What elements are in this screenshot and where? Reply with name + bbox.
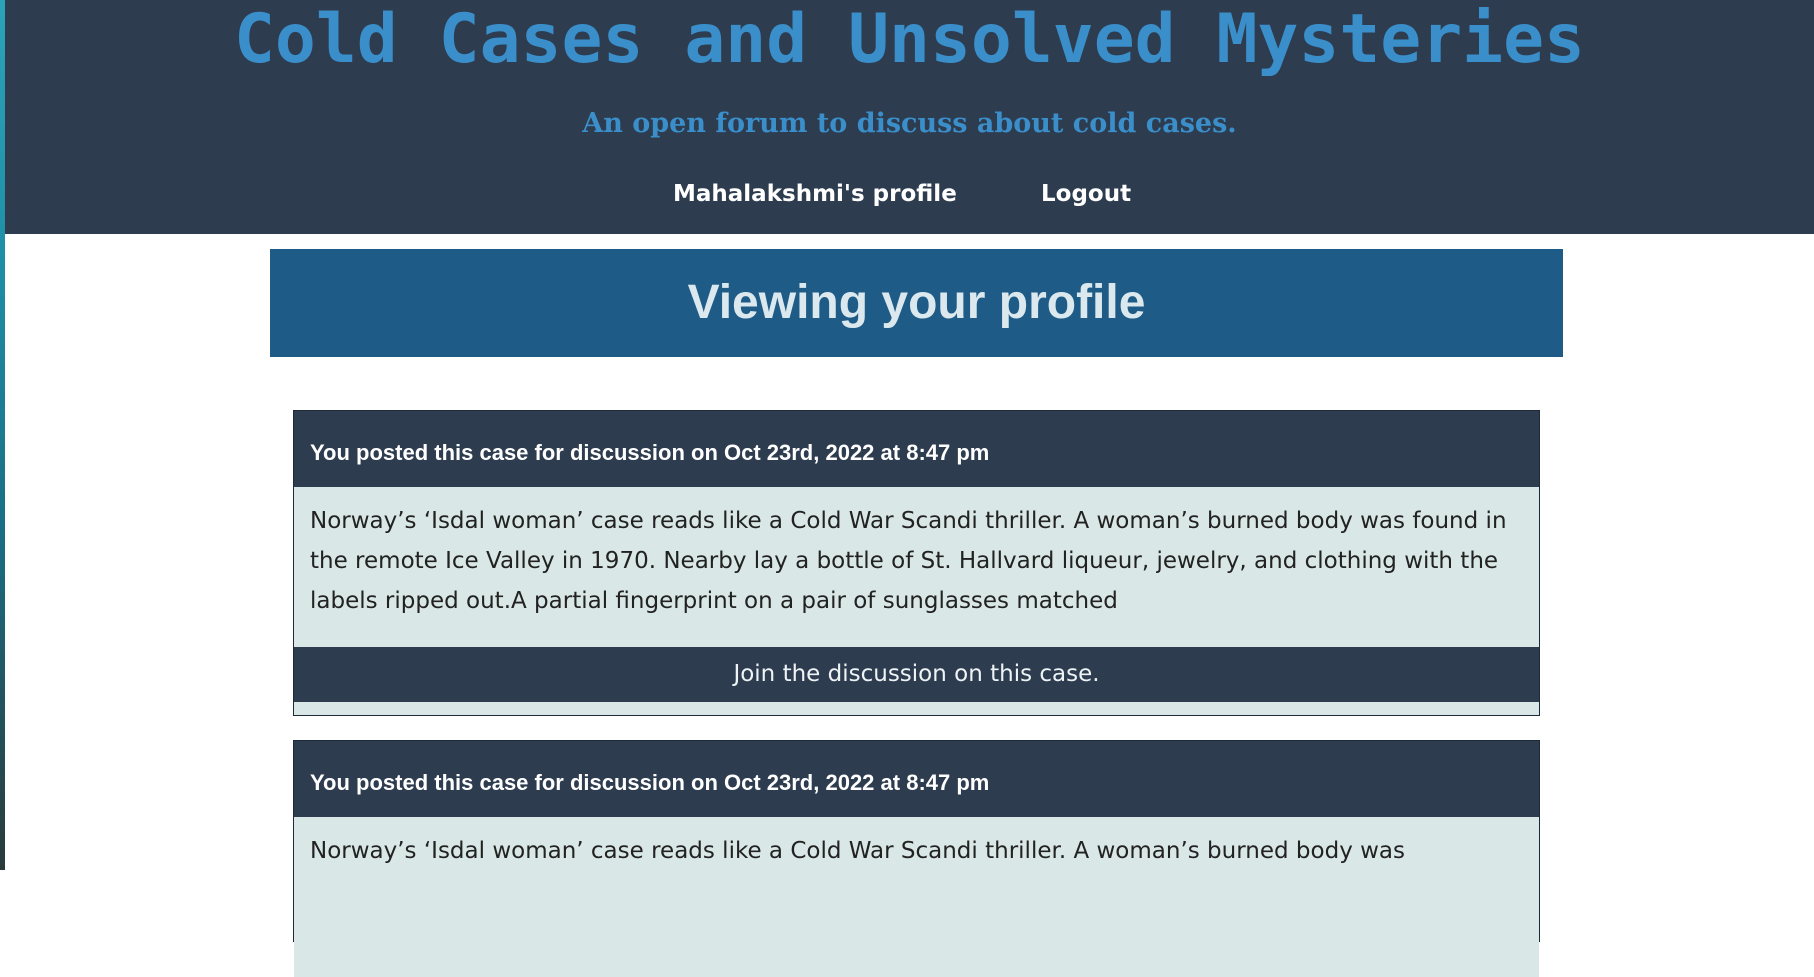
page-title: Viewing your profile [687, 276, 1146, 329]
join-discussion-link[interactable]: Join the discussion on this case. [733, 661, 1099, 687]
case-card-footer: Join the discussion on this case. [294, 647, 1539, 702]
case-excerpt: Norway’s ‘Isdal woman’ case reads like a… [294, 487, 1539, 647]
profile-link[interactable]: Mahalakshmi's profile [673, 174, 957, 214]
case-excerpt: Norway’s ‘Isdal woman’ case reads like a… [294, 817, 1539, 977]
case-post-meta: You posted this case for discussion on O… [310, 770, 990, 795]
main-nav: Mahalakshmi's profile Logout [5, 174, 1814, 214]
case-card-header: You posted this case for discussion on O… [294, 741, 1539, 817]
case-post-meta: You posted this case for discussion on O… [310, 440, 990, 465]
case-card: You posted this case for discussion on O… [293, 740, 1540, 977]
case-card: You posted this case for discussion on O… [293, 410, 1540, 716]
logout-link[interactable]: Logout [1041, 174, 1131, 214]
profile-banner: Viewing your profile [270, 249, 1563, 357]
site-title: Cold Cases and Unsolved Mysteries [233, 0, 1585, 79]
site-header: Cold Cases and Unsolved Mysteries An ope… [5, 0, 1814, 234]
site-subtitle: An open forum to discuss about cold case… [582, 108, 1237, 139]
case-card-header: You posted this case for discussion on O… [294, 411, 1539, 487]
